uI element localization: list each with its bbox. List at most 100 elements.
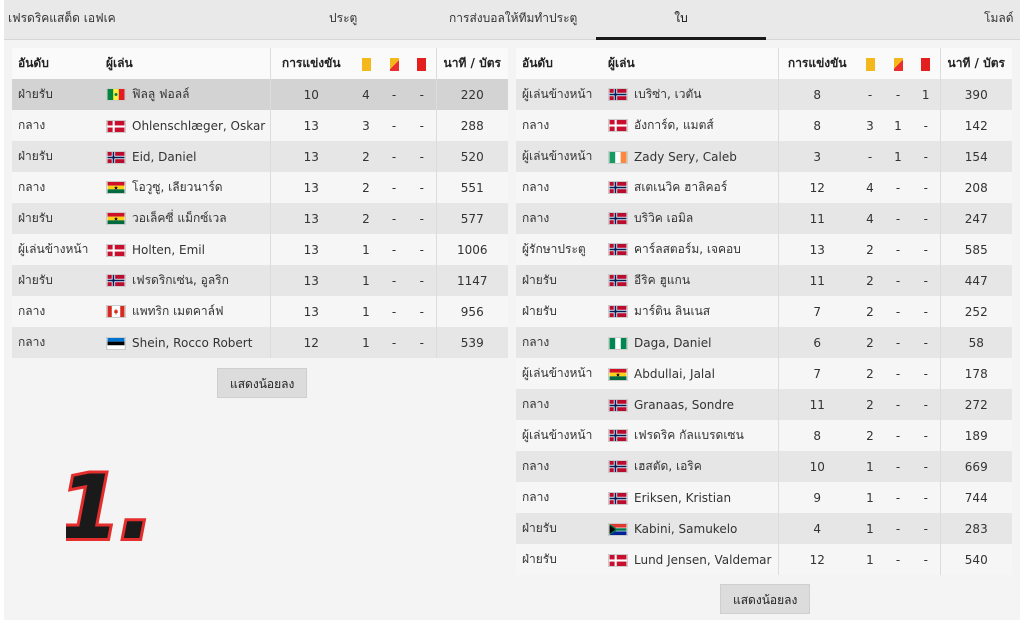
table-row[interactable]: ผู้เล่นข้างหน้า Abdullai, Jalal 7 2- -178 [516, 358, 1012, 389]
table-row[interactable]: ฝ่ายรับ วอเล็คซี่ แม็กซ์เวล 13 2- -577 [12, 203, 508, 234]
col-yellow[interactable] [352, 48, 380, 79]
col-red[interactable] [408, 48, 436, 79]
player-name-cell[interactable]: เฟรดริกเซ่น, อูลริก [100, 265, 270, 296]
player-name-cell[interactable]: มาร์ติน ลินเนส [602, 296, 778, 327]
player-name[interactable]: เฟรดริกเซ่น, อูลริก [132, 273, 229, 287]
player-name-cell[interactable]: สเตเนวิค ฮาลิคอร์ [602, 172, 778, 203]
table-row[interactable]: ผู้เล่นข้างหน้า เบริซ่า, เวตัน 8- -1 390 [516, 79, 1012, 110]
player-name[interactable]: ฟิลลู ฟอลล์ [132, 87, 189, 101]
player-name[interactable]: มาร์ติน ลินเนส [634, 304, 710, 318]
table-row[interactable]: กลาง แพทริก เมตคาล์ฟ 13 1- -956 [12, 296, 508, 327]
table-row[interactable]: กลาง Ohlenschlæger, Oskar 13 3- -288 [12, 110, 508, 141]
table-row[interactable]: ฝ่ายรับ Lund Jensen, Valdemar 12 1- -540 [516, 544, 1012, 575]
player-name[interactable]: แพทริก เมตคาล์ฟ [132, 304, 224, 318]
show-less-button-left[interactable]: แสดงน้อยลง [217, 368, 308, 398]
player-name[interactable]: คาร์ลสตอร์ม, เจคอบ [634, 242, 741, 256]
player-name[interactable]: เฟรดริค กัลแบรดเซน [634, 428, 744, 442]
player-name[interactable]: Eid, Daniel [132, 150, 196, 164]
player-name-cell[interactable]: Eriksen, Kristian [602, 482, 778, 513]
table-row[interactable]: กลาง Eriksen, Kristian 9 1- -744 [516, 482, 1012, 513]
table-row[interactable]: ผู้รักษาประตู คาร์ลสตอร์ม, เจคอบ 13 2- -585 [516, 234, 1012, 265]
col-matches[interactable]: การแข่งขัน [777, 48, 856, 79]
col-minutes[interactable]: นาที / บัตร [939, 48, 1012, 79]
minutes-per-card: 272 [939, 389, 1012, 420]
col-second-yellow[interactable] [884, 48, 912, 79]
col-rank[interactable]: อันดับ [516, 48, 602, 79]
player-name[interactable]: อังการ์ด, แมตส์ [634, 118, 714, 132]
col-red[interactable] [912, 48, 940, 79]
player-name[interactable]: เบริซ่า, เวตัน [634, 87, 702, 101]
col-second-yellow[interactable] [380, 48, 408, 79]
player-name-cell[interactable]: ฟิลลู ฟอลล์ [100, 79, 270, 110]
table-row[interactable]: กลาง อังการ์ด, แมตส์ 8 3 1-142 [516, 110, 1012, 141]
tab-assists[interactable]: การส่งบอลให้ทีมทำประตู [449, 0, 577, 40]
table-row[interactable]: ผู้เล่นข้างหน้า เฟรดริค กัลแบรดเซน 8 2- -189 [516, 420, 1012, 451]
table-row[interactable]: กลาง โอวูซู, เลียวนาร์ด 13 2- -551 [12, 172, 508, 203]
player-name-cell[interactable]: Abdullai, Jalal [602, 358, 778, 389]
col-yellow[interactable] [856, 48, 884, 79]
player-name-cell[interactable]: Eid, Daniel [100, 141, 270, 172]
player-name-cell[interactable]: Kabini, Samukelo [602, 513, 778, 544]
table-row[interactable]: ฝ่ายรับ อีริค ฮูแกน 11 2- -447 [516, 265, 1012, 296]
table-row[interactable]: ฝ่ายรับ มาร์ติน ลินเนส 7 2- -252 [516, 296, 1012, 327]
player-name[interactable]: Daga, Daniel [634, 336, 711, 350]
player-name-cell[interactable]: Daga, Daniel [602, 327, 778, 358]
player-name[interactable]: Lund Jensen, Valdemar [634, 553, 771, 567]
yellow-count: 1 [856, 482, 884, 513]
player-name-cell[interactable]: โอวูซู, เลียวนาร์ด [100, 172, 270, 203]
matches-count: 12 [269, 327, 352, 358]
col-player[interactable]: ผู้เล่น [602, 48, 778, 79]
player-name[interactable]: Ohlenschlæger, Oskar [132, 119, 265, 133]
tab-team[interactable]: เฟรดริคแสต็ด เอฟเค [8, 0, 116, 40]
table-row[interactable]: กลาง Granaas, Sondre 11 2- -272 [516, 389, 1012, 420]
col-matches[interactable]: การแข่งขัน [269, 48, 352, 79]
table-row[interactable]: ฝ่ายรับ เฟรดริกเซ่น, อูลริก 13 1- -1147 [12, 265, 508, 296]
player-name[interactable]: โอวูซู, เลียวนาร์ด [132, 180, 223, 194]
player-name[interactable]: วอเล็คซี่ แม็กซ์เวล [132, 211, 227, 225]
table-row[interactable]: กลาง เฮสตัด, เอริค 10 1- -669 [516, 451, 1012, 482]
player-name[interactable]: Abdullai, Jalal [634, 367, 715, 381]
player-name[interactable]: บริวิค เอมิล [634, 211, 693, 225]
player-name[interactable]: Shein, Rocco Robert [132, 336, 252, 350]
table-row[interactable]: ผู้เล่นข้างหน้า Holten, Emil 13 1- -1006 [12, 234, 508, 265]
tab-more[interactable]: โมลด์ [984, 0, 1014, 40]
player-name[interactable]: อีริค ฮูแกน [634, 273, 690, 287]
player-name-cell[interactable]: อีริค ฮูแกน [602, 265, 778, 296]
player-name-cell[interactable]: Shein, Rocco Robert [100, 327, 270, 358]
player-name-cell[interactable]: เฮสตัด, เอริค [602, 451, 778, 482]
player-name-cell[interactable]: แพทริก เมตคาล์ฟ [100, 296, 270, 327]
show-less-button-right[interactable]: แสดงน้อยลง [720, 584, 811, 614]
col-rank[interactable]: อันดับ [12, 48, 100, 79]
table-row[interactable]: ฝ่ายรับ Eid, Daniel 13 2- -520 [12, 141, 508, 172]
table-row[interactable]: กลาง สเตเนวิค ฮาลิคอร์ 12 4- -208 [516, 172, 1012, 203]
table-row[interactable]: ฝ่ายรับ Kabini, Samukelo 4 1- -283 [516, 513, 1012, 544]
player-name[interactable]: Granaas, Sondre [634, 398, 734, 412]
player-name[interactable]: Kabini, Samukelo [634, 522, 737, 536]
player-name-cell[interactable]: บริวิค เอมิล [602, 203, 778, 234]
player-name-cell[interactable]: Holten, Emil [100, 234, 270, 265]
table-row[interactable]: กลาง บริวิค เอมิล 11 4- -247 [516, 203, 1012, 234]
col-minutes[interactable]: นาที / บัตร [435, 48, 508, 79]
player-name-cell[interactable]: Lund Jensen, Valdemar [602, 544, 778, 575]
player-name-cell[interactable]: Zady Sery, Caleb [602, 141, 778, 172]
tab-goals[interactable]: ประตู [329, 0, 357, 40]
player-name-cell[interactable]: อังการ์ด, แมตส์ [602, 110, 778, 141]
table-row[interactable]: ฝ่ายรับ ฟิลลู ฟอลล์ 10 4- -220 [12, 79, 508, 110]
player-name[interactable]: Zady Sery, Caleb [634, 150, 737, 164]
table-row[interactable]: ผู้เล่นข้างหน้า Zady Sery, Caleb 3-1-154 [516, 141, 1012, 172]
col-player[interactable]: ผู้เล่น [100, 48, 270, 79]
player-name-cell[interactable]: Granaas, Sondre [602, 389, 778, 420]
tab-cards[interactable]: ใบ [596, 0, 766, 40]
table-row[interactable]: กลาง Daga, Daniel 6 2- -58 [516, 327, 1012, 358]
player-name[interactable]: สเตเนวิค ฮาลิคอร์ [634, 180, 727, 194]
matches-count: 13 [269, 172, 352, 203]
player-name[interactable]: Eriksen, Kristian [634, 491, 731, 505]
player-name[interactable]: Holten, Emil [132, 243, 205, 257]
player-name-cell[interactable]: คาร์ลสตอร์ม, เจคอบ [602, 234, 778, 265]
player-name-cell[interactable]: เฟรดริค กัลแบรดเซน [602, 420, 778, 451]
player-name-cell[interactable]: เบริซ่า, เวตัน [602, 79, 778, 110]
table-row[interactable]: กลาง Shein, Rocco Robert 12 1- -539 [12, 327, 508, 358]
player-name[interactable]: เฮสตัด, เอริค [634, 459, 702, 473]
player-name-cell[interactable]: วอเล็คซี่ แม็กซ์เวล [100, 203, 270, 234]
player-name-cell[interactable]: Ohlenschlæger, Oskar [100, 110, 270, 141]
